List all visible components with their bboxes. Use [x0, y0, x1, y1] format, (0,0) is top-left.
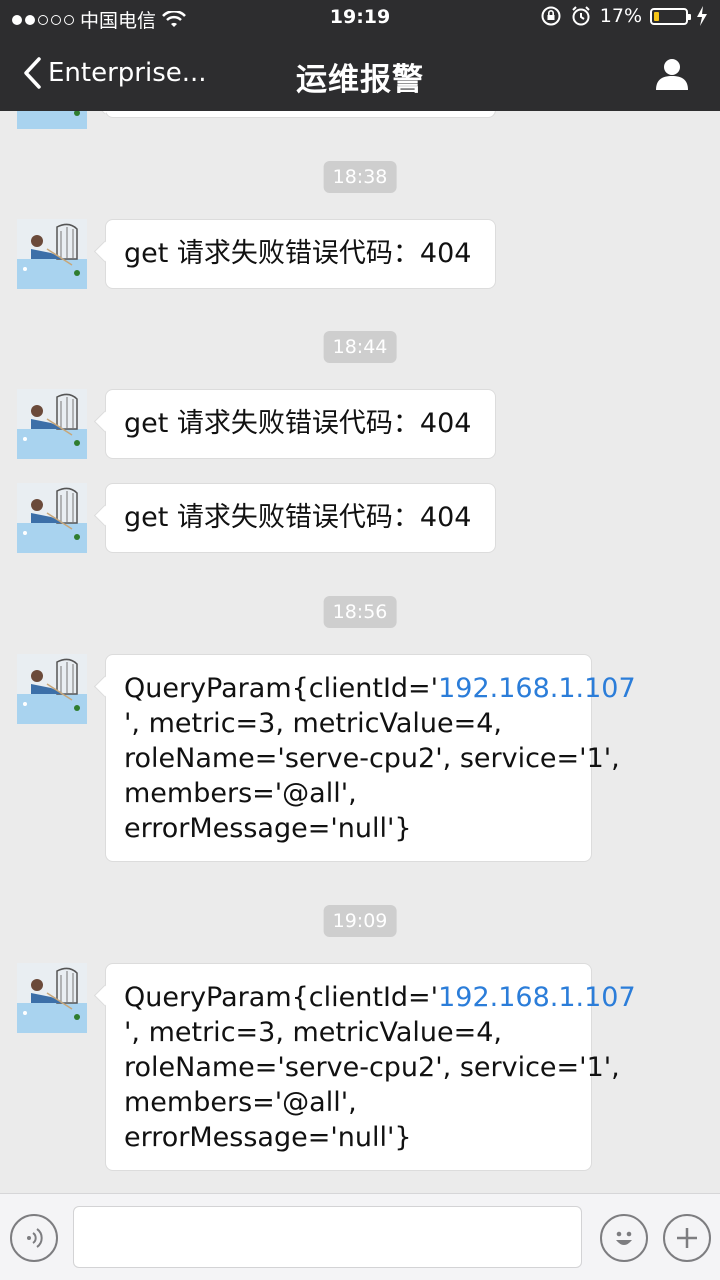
message-text: errorMessage='null'}	[124, 1122, 412, 1153]
avatar[interactable]	[17, 111, 87, 129]
avatar[interactable]	[17, 654, 87, 724]
timestamp: 19:09	[323, 905, 397, 937]
message-bubble[interactable]: get 请求失败错误代码：404	[105, 219, 496, 289]
timestamp: 18:38	[323, 161, 397, 193]
battery-icon	[650, 7, 691, 25]
chat-area[interactable]: 18:38 get 请求失败错误代码：404 18:44 get 请求失败错误代…	[0, 111, 720, 1193]
avatar[interactable]	[17, 963, 87, 1033]
rotation-lock-icon	[541, 6, 561, 26]
charging-icon	[697, 6, 707, 26]
message-input[interactable]	[73, 1206, 582, 1268]
ip-link[interactable]: 192.168.1.107	[438, 982, 636, 1013]
avatar[interactable]	[17, 389, 87, 459]
timestamp: 18:56	[323, 596, 397, 628]
message-bubble[interactable]: QueryParam{clientId='192.168.1.107 ', me…	[105, 654, 636, 862]
avatar-image	[17, 219, 87, 289]
message-text: get 请求失败错误代码：404	[124, 238, 472, 269]
message-text: members='@all',	[124, 778, 357, 809]
message-text: members='@all',	[124, 1087, 357, 1118]
avatar[interactable]	[17, 219, 87, 289]
top-bar: 中国电信 19:19 17% Enterprise... 运维报警	[0, 0, 720, 111]
ip-link[interactable]: 192.168.1.107	[438, 673, 636, 704]
emoji-icon	[616, 1231, 632, 1245]
nav-bar: Enterprise... 运维报警	[0, 38, 720, 111]
input-bar	[0, 1193, 720, 1280]
page-title: 运维报警	[296, 62, 424, 98]
avatar-image	[17, 963, 87, 1033]
profile-icon[interactable]	[654, 56, 690, 92]
avatar-image	[17, 389, 87, 459]
message-bubble[interactable]: QueryParam{clientId='192.168.1.107 ', me…	[105, 963, 636, 1171]
status-bar: 中国电信 19:19 17%	[0, 0, 720, 38]
avatar-image	[17, 483, 87, 553]
message-bubble[interactable]: get 请求失败错误代码：404	[105, 389, 496, 459]
message-text: roleName='serve-cpu2', service='1',	[124, 1052, 620, 1083]
avatar-image	[17, 111, 87, 129]
voice-button[interactable]	[10, 1214, 58, 1262]
message-text: QueryParam{clientId='192.168.1.107	[124, 982, 636, 1013]
message-text: ', metric=3, metricValue=4,	[124, 708, 502, 739]
message-text: get 请求失败错误代码：404	[124, 502, 472, 533]
status-right: 17%	[540, 5, 708, 27]
message-bubble[interactable]	[105, 111, 496, 118]
battery-percent: 17%	[599, 5, 642, 27]
message-text: roleName='serve-cpu2', service='1',	[124, 743, 620, 774]
plus-icon	[677, 1228, 697, 1248]
timestamp: 18:44	[323, 331, 397, 363]
message-text: get 请求失败错误代码：404	[124, 408, 472, 439]
message-bubble[interactable]: get 请求失败错误代码：404	[105, 483, 496, 553]
message-text: ', metric=3, metricValue=4,	[124, 1017, 502, 1048]
emoji-button[interactable]	[600, 1214, 648, 1262]
alarm-icon	[572, 6, 590, 26]
plus-button[interactable]	[663, 1214, 711, 1262]
message-text: QueryParam{clientId='192.168.1.107	[124, 673, 636, 704]
battery-level	[654, 11, 660, 21]
message-text: errorMessage='null'}	[124, 813, 412, 844]
avatar[interactable]	[17, 483, 87, 553]
voice-icon	[27, 1228, 43, 1248]
avatar-image	[17, 654, 87, 724]
